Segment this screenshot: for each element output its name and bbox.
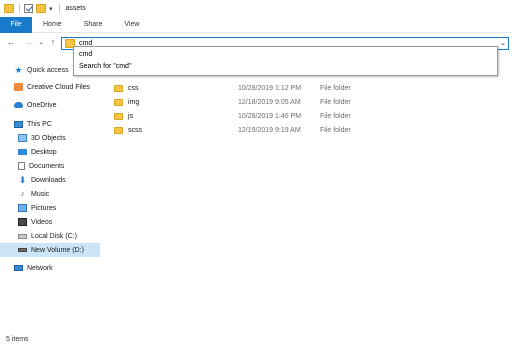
file-date: 10/28/2019 1:12 PM: [238, 84, 302, 92]
suggestion-search-item[interactable]: Search for "cmd": [74, 61, 497, 73]
file-date: 12/18/2019 9:05 AM: [238, 98, 301, 106]
sidebar-item-creative-cloud[interactable]: Creative Cloud Files: [0, 80, 100, 94]
separator: [58, 4, 60, 13]
sidebar-item-label: Downloads: [31, 176, 66, 184]
sidebar-item-documents[interactable]: Documents: [0, 159, 100, 173]
drive-icon: [18, 248, 27, 252]
tab-home[interactable]: Home: [32, 17, 73, 33]
tab-share[interactable]: Share: [73, 17, 114, 33]
cloud-icon: [14, 102, 23, 108]
sidebar-item-pictures[interactable]: Pictures: [0, 201, 100, 215]
navigation-pane: ★ Quick access Creative Cloud Files OneD…: [0, 55, 100, 335]
file-type: File folder: [320, 126, 351, 134]
list-item[interactable]: img 12/18/2019 9:05 AM File folder: [108, 95, 508, 109]
desktop-icon: [18, 149, 27, 155]
up-arrow-icon[interactable]: ↑: [48, 37, 58, 48]
separator: [19, 4, 20, 13]
document-icon: [18, 162, 25, 170]
folder-icon: [114, 84, 123, 92]
folder-icon: [114, 112, 123, 120]
sidebar-item-music[interactable]: ♪ Music: [0, 187, 100, 201]
sidebar-item-downloads[interactable]: ⬇ Downloads: [0, 173, 100, 187]
back-arrow-icon[interactable]: ←: [6, 37, 16, 48]
pictures-icon: [18, 204, 27, 212]
network-icon: [14, 265, 23, 271]
computer-icon: [14, 120, 23, 128]
recent-locations-chevron-icon[interactable]: ⌄: [36, 37, 46, 48]
sidebar-item-new-volume[interactable]: New Volume (D:): [0, 243, 100, 257]
item-count: 5 items: [6, 336, 29, 343]
sidebar-item-desktop[interactable]: Desktop: [0, 145, 100, 159]
sidebar-item-onedrive[interactable]: OneDrive: [0, 98, 100, 112]
video-icon: [18, 218, 27, 226]
file-type: File folder: [320, 112, 351, 120]
sidebar-item-label: Local Disk (C:): [31, 232, 77, 240]
sidebar-item-label: Pictures: [31, 204, 57, 212]
customize-toolbar-chevron-icon[interactable]: ▾: [49, 5, 53, 13]
file-type: File folder: [320, 84, 351, 92]
music-icon: ♪: [20, 189, 25, 198]
tab-view[interactable]: View: [113, 17, 150, 33]
star-icon: ★: [14, 65, 23, 75]
sidebar-item-3d-objects[interactable]: 3D Objects: [0, 131, 100, 145]
title-bar: ▾ assets: [0, 0, 512, 17]
sidebar-item-label: Quick access: [27, 66, 69, 74]
sidebar-item-label: New Volume (D:): [31, 246, 84, 254]
suggestion-item[interactable]: cmd: [74, 49, 497, 61]
sidebar-item-videos[interactable]: Videos: [0, 215, 100, 229]
sidebar-item-local-disk[interactable]: Local Disk (C:): [0, 229, 100, 243]
sidebar-item-label: 3D Objects: [31, 134, 66, 142]
file-name: img: [128, 98, 140, 106]
list-item[interactable]: js 10/28/2019 1:46 PM File folder: [108, 109, 508, 123]
window-title: assets: [65, 5, 86, 12]
file-type: File folder: [320, 98, 351, 106]
file-date: 12/19/2019 9:19 AM: [238, 126, 301, 134]
folder-icon: [114, 98, 123, 106]
sidebar-item-network[interactable]: Network: [0, 261, 100, 275]
forward-arrow-icon[interactable]: →: [23, 37, 33, 48]
sidebar-item-label: Network: [27, 264, 53, 272]
sidebar-item-label: Desktop: [31, 148, 57, 156]
list-item[interactable]: scss 12/19/2019 9:19 AM File folder: [108, 123, 508, 137]
disk-icon: [18, 233, 27, 239]
sidebar-item-label: OneDrive: [27, 101, 57, 109]
download-icon: ⬇: [18, 175, 27, 185]
folder-icon: [4, 4, 14, 13]
status-bar: 5 items: [0, 335, 512, 345]
cube-icon: [18, 134, 27, 142]
creative-cloud-icon: [14, 83, 23, 91]
sidebar-item-label: This PC: [27, 120, 52, 128]
sidebar-item-label: Documents: [29, 162, 65, 170]
list-item[interactable]: css 10/28/2019 1:12 PM File folder: [108, 81, 508, 95]
folder-icon: [114, 126, 123, 134]
file-list: css 10/28/2019 1:12 PM File folder img 1…: [108, 81, 508, 137]
address-dropdown-chevron-icon[interactable]: ⌄: [500, 38, 506, 49]
sidebar-item-label: Music: [31, 190, 50, 198]
file-name: css: [128, 84, 139, 92]
ribbon-tabs: File Home Share View: [0, 17, 512, 33]
address-suggestions: cmd Search for "cmd": [73, 46, 498, 76]
sidebar-item-label: Videos: [31, 218, 53, 226]
properties-icon[interactable]: [24, 4, 33, 13]
file-date: 10/28/2019 1:46 PM: [238, 112, 302, 120]
sidebar-item-this-pc[interactable]: This PC: [0, 117, 100, 131]
new-folder-icon[interactable]: [36, 4, 46, 13]
file-name: js: [128, 112, 134, 120]
sidebar-item-label: Creative Cloud Files: [27, 83, 91, 91]
file-name: scss: [128, 126, 142, 134]
tab-file[interactable]: File: [0, 17, 32, 33]
